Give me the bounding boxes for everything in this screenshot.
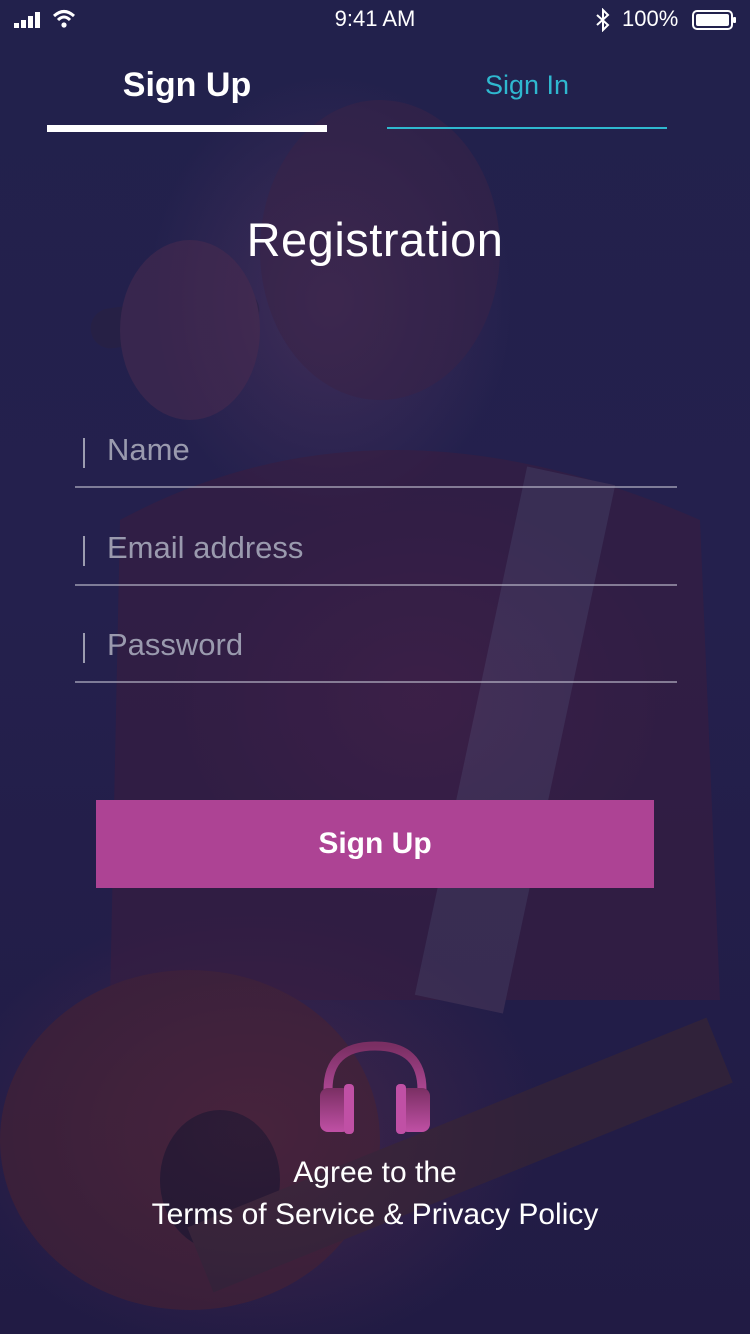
tab-sign-in[interactable]: Sign In <box>387 62 667 132</box>
bluetooth-icon <box>596 8 610 32</box>
name-placeholder: Name <box>107 432 190 467</box>
sign-up-button[interactable]: Sign Up <box>96 800 654 888</box>
battery-percentage: 100% <box>622 6 679 31</box>
terms-link[interactable]: Terms of Service & Privacy Policy <box>0 1198 750 1232</box>
password-placeholder: Password <box>107 627 244 662</box>
tab-sign-up[interactable]: Sign Up <box>47 62 327 132</box>
email-placeholder: Email address <box>107 530 304 565</box>
tab-sign-in-label: Sign In <box>484 70 570 100</box>
page-title: Registration <box>246 213 504 266</box>
tab-sign-in-indicator <box>387 127 667 129</box>
tab-sign-up-indicator <box>47 125 327 132</box>
text-cursor <box>83 438 85 468</box>
status-bar: 9:41 AM 100% <box>0 0 750 40</box>
email-field[interactable]: Email address <box>75 524 677 586</box>
name-field[interactable]: Name <box>75 426 677 488</box>
battery-icon <box>692 10 736 30</box>
tab-sign-up-label: Sign Up <box>122 66 252 104</box>
headphones-logo-icon <box>320 1041 430 1134</box>
password-field[interactable]: Password <box>75 621 677 683</box>
terms-line-1: Agree to the <box>293 1156 457 1189</box>
text-cursor <box>83 536 85 566</box>
text-cursor <box>83 633 85 663</box>
